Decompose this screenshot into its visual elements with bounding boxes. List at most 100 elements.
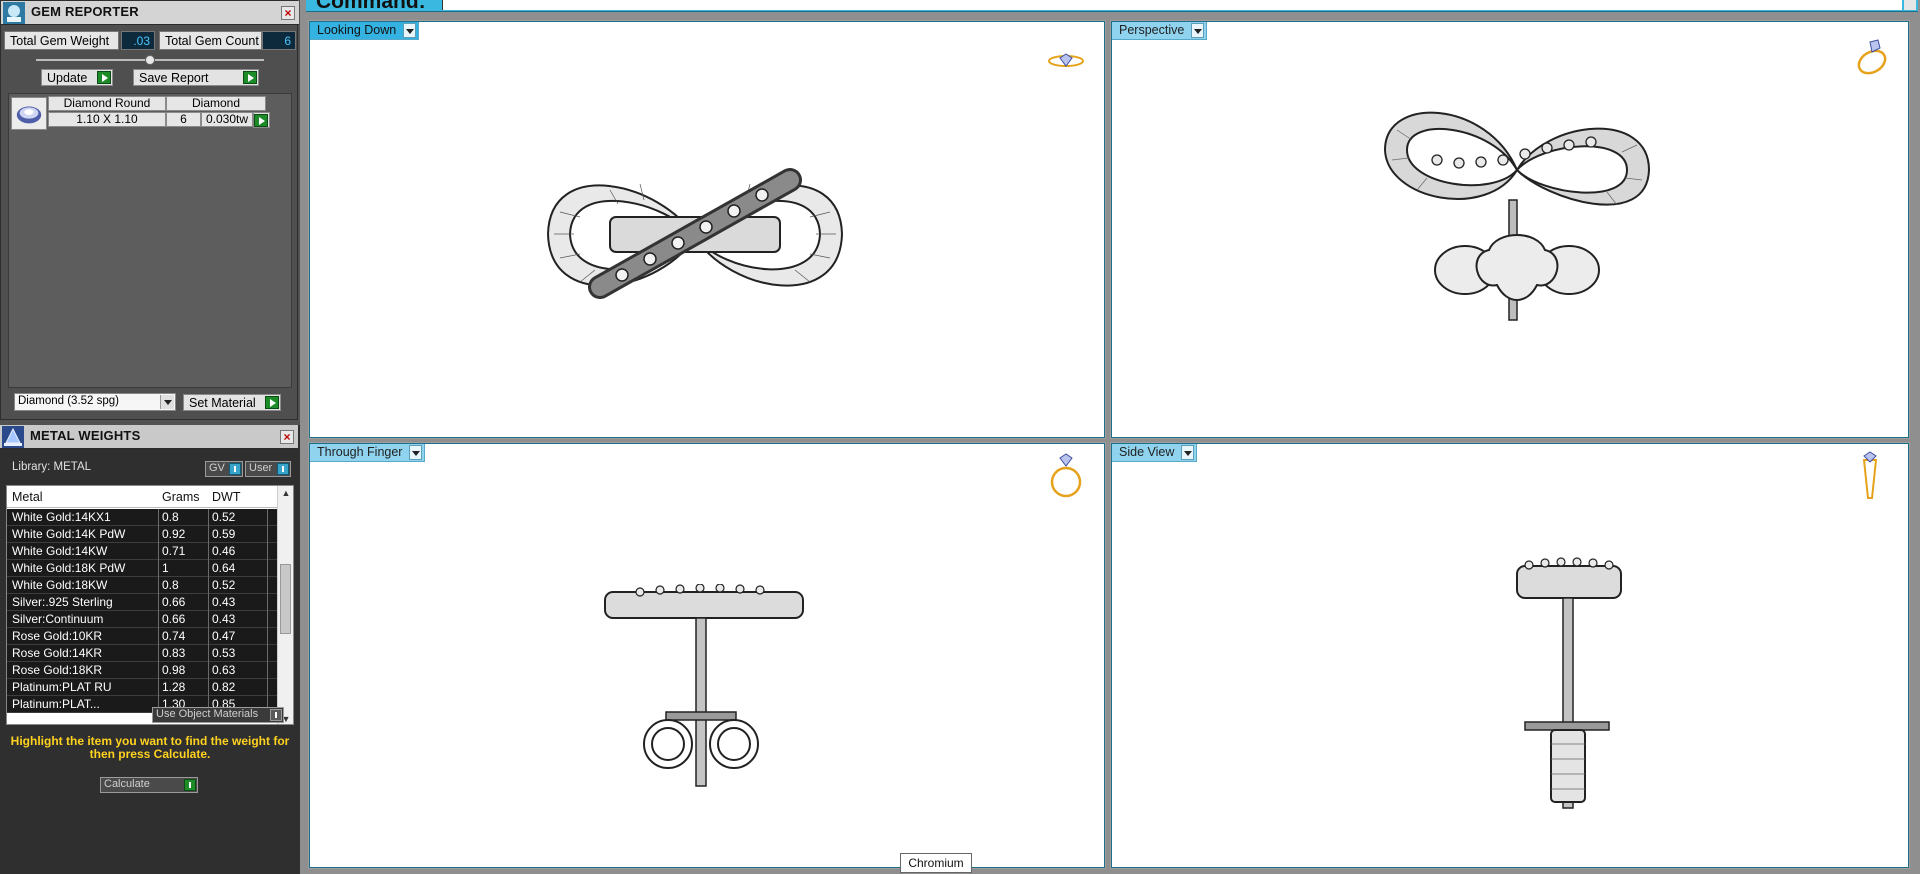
metal-name-cell: White Gold:14KX1 [12, 510, 111, 524]
table-row[interactable]: White Gold:14K PdW 0.92 0.59 [7, 526, 277, 543]
chevron-down-icon [160, 395, 174, 409]
viewport-tab-perspective[interactable]: Perspective [1112, 22, 1208, 40]
column-divider [158, 509, 159, 526]
table-row[interactable]: Rose Gold:18KR 0.98 0.63 [7, 662, 277, 679]
viewport-tab-side-view[interactable]: Side View [1112, 444, 1198, 462]
gem-list-item[interactable]: Diamond Round Diamond 1.10 X 1.10 6 0.03… [11, 96, 273, 130]
viewport-tab-through-finger[interactable]: Through Finger [310, 444, 426, 462]
gv-toggle[interactable]: GV [205, 461, 243, 477]
dwt-cell: 0.53 [212, 646, 236, 660]
column-divider [158, 526, 159, 543]
table-row[interactable]: White Gold:14KX1 0.8 0.52 [7, 509, 277, 526]
save-report-button[interactable]: Save Report [133, 69, 259, 86]
material-status-label: Chromium [900, 853, 972, 873]
command-input[interactable] [442, 0, 1902, 10]
scrollbar-thumb[interactable] [280, 564, 291, 634]
gem-material: Diamond [166, 96, 266, 111]
play-icon [184, 779, 196, 791]
table-row[interactable]: White Gold:18K PdW 1 0.64 [7, 560, 277, 577]
total-gem-weight-value: .03 [121, 31, 155, 50]
ring-side-view-icon[interactable] [1858, 450, 1882, 502]
column-divider [158, 662, 159, 679]
column-divider [208, 611, 209, 628]
grams-cell: 0.98 [162, 663, 186, 677]
scroll-up-icon[interactable]: ▲ [281, 488, 291, 498]
calculate-button[interactable]: Calculate [100, 777, 198, 793]
viewport-perspective[interactable]: Perspective [1110, 20, 1910, 439]
close-icon[interactable]: × [281, 6, 295, 20]
table-row[interactable]: Rose Gold:14KR 0.83 0.53 [7, 645, 277, 662]
table-row[interactable]: Rose Gold:10KR 0.74 0.47 [7, 628, 277, 645]
column-header-metal[interactable]: Metal [12, 490, 43, 504]
earring-perspective-model [1383, 111, 1651, 321]
column-divider [208, 560, 209, 577]
calculate-button-label: Calculate [104, 778, 150, 790]
user-toggle[interactable]: User [245, 461, 291, 477]
column-divider [267, 611, 268, 628]
metal-name-cell: Rose Gold:14KR [12, 646, 103, 660]
chevron-down-icon[interactable] [409, 445, 423, 460]
chevron-down-icon[interactable] [403, 23, 417, 38]
viewport-title: Perspective [1119, 23, 1185, 37]
gem-shape: Diamond Round [48, 96, 166, 111]
gem-detail-button[interactable] [253, 112, 270, 128]
chevron-down-icon[interactable] [1191, 23, 1205, 38]
viewport-title: Side View [1119, 445, 1175, 459]
table-row[interactable]: White Gold:14KW 0.71 0.46 [7, 543, 277, 560]
dwt-cell: 0.52 [212, 578, 236, 592]
metal-name-cell: White Gold:14K PdW [12, 527, 126, 541]
total-gem-count-label: Total Gem Count [159, 31, 262, 50]
table-row[interactable]: Platinum:PLAT RU 1.28 0.82 [7, 679, 277, 696]
ring-perspective-icon[interactable] [1852, 36, 1892, 78]
viewport-looking-down[interactable]: Looking Down [308, 20, 1106, 439]
table-row[interactable]: Silver:Continuum 0.66 0.43 [7, 611, 277, 628]
column-divider [267, 577, 268, 594]
round-diamond-icon [11, 97, 47, 130]
gem-reporter-titlebar[interactable]: GEM REPORTER × [1, 1, 299, 25]
column-divider [267, 645, 268, 662]
metal-weights-titlebar[interactable]: METAL WEIGHTS × [0, 425, 298, 449]
dwt-cell: 0.82 [212, 680, 236, 694]
toggle-icon [277, 463, 289, 475]
grams-cell: 0.74 [162, 629, 186, 643]
grams-cell: 1 [162, 561, 169, 575]
ring-top-view-icon[interactable] [1046, 50, 1086, 72]
dwt-cell: 0.43 [212, 595, 236, 609]
set-material-button[interactable]: Set Material [183, 394, 281, 411]
metal-table[interactable]: Metal Grams DWT White Gold:14KX1 0.8 0.52 W… [6, 485, 294, 725]
gem-list[interactable]: Diamond Round Diamond 1.10 X 1.10 6 0.03… [8, 93, 292, 388]
gem-reporter-icon [3, 2, 25, 24]
column-header-dwt[interactable]: DWT [212, 490, 240, 504]
column-divider [208, 594, 209, 611]
table-row[interactable]: White Gold:18KW 0.8 0.52 [7, 577, 277, 594]
metal-name-cell: Silver:.925 Sterling [12, 595, 113, 609]
column-divider [158, 594, 159, 611]
column-divider [208, 509, 209, 526]
gem-material-select[interactable]: Diamond (3.52 spg) [14, 393, 176, 411]
ring-front-view-icon[interactable] [1048, 452, 1084, 500]
metal-name-cell: Silver:Continuum [12, 612, 104, 626]
column-divider [267, 679, 268, 696]
metal-weights-title: METAL WEIGHTS [30, 428, 141, 443]
chevron-down-icon[interactable] [1181, 445, 1195, 460]
gem-weight: 0.030tw [201, 112, 253, 127]
dwt-cell: 0.43 [212, 612, 236, 626]
column-header-grams[interactable]: Grams [162, 490, 200, 504]
viewport-through-finger[interactable]: Through Finger [308, 442, 1106, 869]
metal-table-scrollbar[interactable]: ▲ ▼ [277, 486, 293, 724]
column-divider [208, 526, 209, 543]
scale-icon [2, 426, 24, 448]
column-divider [267, 628, 268, 645]
use-object-materials-toggle[interactable]: Use Object Materials [152, 707, 284, 723]
chevron-down-icon[interactable] [1904, 0, 1916, 10]
gem-count: 6 [166, 112, 201, 127]
table-row[interactable]: Silver:.925 Sterling 0.66 0.43 [7, 594, 277, 611]
update-button[interactable]: Update [41, 69, 113, 86]
close-icon[interactable]: × [280, 430, 294, 444]
gem-slider-handle[interactable] [145, 55, 155, 65]
viewport-tab-looking-down[interactable]: Looking Down [310, 22, 420, 40]
viewport-side-view[interactable]: Side View [1110, 442, 1910, 869]
gem-stats: Total Gem Weight .03 Total Gem Count 6 [4, 31, 296, 51]
grams-cell: 0.71 [162, 544, 186, 558]
column-divider [267, 543, 268, 560]
